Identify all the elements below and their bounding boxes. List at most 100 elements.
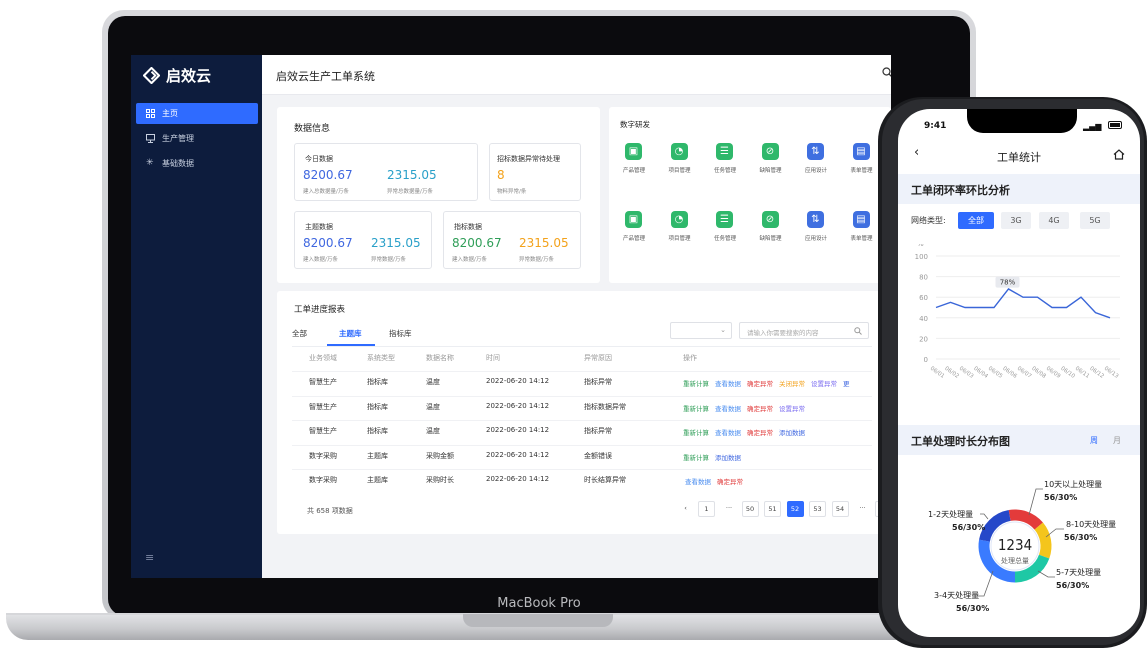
box-sub: 异常总数据量/万条 [387, 189, 433, 195]
segment-all[interactable]: 全部 [958, 212, 994, 229]
pagination-page[interactable]: 54 [831, 501, 849, 517]
table-header-cell: 数据名称 [426, 354, 454, 362]
tab-all[interactable]: 全部 [292, 328, 307, 339]
table-cell: 2022-06-20 14:12 [486, 401, 550, 410]
leader-line [1028, 488, 1043, 516]
x-tick-label: 06/08 [1030, 366, 1047, 380]
logo[interactable]: 启效云 [143, 65, 211, 86]
segment-3g[interactable]: 3G [1001, 212, 1031, 229]
bidding-data-box[interactable]: 招标数据异常待处理 8 物料异常/条 [489, 143, 581, 201]
series-line [935, 288, 1111, 319]
app-icon[interactable]: ▤ [852, 211, 870, 228]
table-cell: 指标库 [367, 402, 388, 411]
sidebar-item-base-data[interactable]: ✳ 基础数据 [136, 153, 258, 174]
toggle-month[interactable]: 月 [1113, 435, 1121, 446]
x-tick-label: 06/07 [1016, 366, 1033, 380]
row-action-link[interactable]: 确定异常 [747, 427, 773, 437]
donut-label-name: 1-2天处理量 [928, 509, 973, 519]
app-icon[interactable]: ⊘ [761, 143, 779, 160]
box-label: 招标数据异常待处理 [497, 155, 560, 163]
box-sub: 物料异常/条 [497, 189, 527, 195]
row-action-link[interactable]: 关闭异常 [779, 378, 805, 388]
segment-4g[interactable]: 4G [1039, 212, 1069, 229]
pagination-page[interactable]: 51 [764, 501, 781, 517]
app-icon[interactable]: ⇅ [807, 211, 824, 228]
row-action-link[interactable]: 确定异常 [717, 476, 743, 486]
sidebar-item-production[interactable]: 生产管理 [136, 128, 258, 149]
app-icon[interactable]: ⇅ [807, 143, 824, 160]
table-cell: 智慧生产 [309, 427, 337, 435]
pagination-page[interactable]: 1 [698, 501, 715, 517]
annotation-label: 78% [1000, 279, 1016, 287]
app-label: 项目管理 [668, 236, 691, 242]
pagination-page[interactable]: 53 [809, 501, 826, 517]
y-tick-label: 60 [919, 294, 928, 302]
tab-theme[interactable]: 主题库 [339, 328, 362, 339]
app-icon[interactable]: ◔ [670, 143, 688, 160]
donut-label-value: 56/30% [1064, 533, 1097, 542]
search-icon[interactable] [882, 67, 891, 78]
box-value: 2315.05 [371, 236, 421, 250]
donut-segment [1008, 509, 1043, 530]
phone-screen: 9:41 ▂▄▆ ‹ 工单统计 工单闭环率环比分析 网络类型: 全部 3G 4G… [898, 109, 1140, 637]
battery-icon [1108, 121, 1122, 129]
box-label: 今日数据 [305, 155, 333, 163]
toggle-week[interactable]: 周 [1090, 435, 1098, 446]
box-value: 8 [497, 168, 505, 182]
grid-icon [146, 109, 155, 118]
leader-line [978, 570, 994, 597]
home-icon[interactable] [1113, 149, 1125, 160]
row-action-link[interactable]: 设置异常 [779, 403, 805, 413]
app-icon[interactable]: ▤ [852, 143, 870, 160]
y-tick-label: 80 [919, 274, 928, 282]
x-tick-label: 06/12 [1088, 366, 1104, 380]
tab-index[interactable]: 指标库 [389, 328, 412, 339]
today-data-box[interactable]: 今日数据 8200.67 建入总数据量/万条 2315.05 异常总数据量/万条 [294, 143, 478, 201]
app-icon[interactable]: ⊘ [761, 211, 779, 228]
row-action-link[interactable]: 查看数据 [715, 427, 741, 437]
pagination-page[interactable]: 52 [786, 501, 804, 517]
box-label: 主题数据 [305, 223, 333, 231]
menu-icon[interactable]: ≡ [145, 551, 154, 564]
row-action-link[interactable]: 添加数据 [779, 427, 805, 437]
donut-label-name: 8-10天处理量 [1066, 519, 1116, 529]
x-tick-label: 06/09 [1045, 366, 1062, 380]
table-cell: 2022-06-20 14:12 [486, 450, 550, 459]
pagination-page[interactable]: 50 [741, 501, 759, 517]
row-action-link[interactable]: 更 [843, 378, 850, 388]
row-action-link[interactable]: 确定异常 [747, 378, 773, 388]
row-action-link[interactable]: 查看数据 [715, 403, 741, 413]
row-action-link[interactable]: 查看数据 [685, 476, 711, 486]
table-cell: 主题库 [367, 476, 388, 484]
device-mockup: MacBook Pro 启效云 主页 生产管理 ✳ 基础数据 ≡ 启效云生产工单… [0, 0, 1147, 648]
theme-data-box[interactable]: 主题数据 8200.67 建入数据/万条 2315.05 异常数据/万条 [294, 211, 432, 269]
macbook-label: MacBook Pro [497, 596, 581, 611]
row-action-link[interactable]: 确定异常 [747, 403, 773, 413]
app-icon[interactable]: ◔ [670, 211, 688, 228]
index-data-box[interactable]: 指标数据 8200.67 建入数据/万条 2315.05 异常数据/万条 [443, 211, 581, 269]
row-action-link[interactable]: 重新计算 [683, 427, 709, 437]
segment-5g[interactable]: 5G [1080, 212, 1110, 229]
table-cell: 温度 [426, 402, 440, 411]
box-sub: 建入总数据量/万条 [303, 189, 349, 195]
table-cell: 指标库 [367, 427, 388, 435]
row-action-link[interactable]: 重新计算 [683, 403, 709, 413]
x-tick-label: 06/06 [1001, 366, 1018, 380]
row-action-link[interactable]: 添加数据 [715, 452, 741, 462]
pagination-prev-icon[interactable]: ‹ [677, 501, 694, 517]
filter-select[interactable]: ⌄ [670, 322, 732, 339]
table-cell: 采购时长 [426, 476, 454, 484]
app-icon[interactable]: ▣ [625, 211, 642, 228]
x-tick-label: 06/04 [972, 366, 989, 380]
row-action-link[interactable]: 重新计算 [683, 378, 709, 388]
row-action-link[interactable]: 设置异常 [811, 378, 837, 388]
table-cell: 数字采购 [309, 451, 337, 460]
app-icon[interactable]: ☰ [716, 211, 733, 228]
row-action-link[interactable]: 重新计算 [683, 452, 709, 462]
row-action-link[interactable]: 查看数据 [715, 378, 741, 388]
table-cell: 智慧生产 [309, 402, 337, 411]
app-icon[interactable]: ▣ [625, 143, 642, 160]
search-input[interactable]: 请输入你需要搜索的内容 [739, 322, 869, 339]
app-icon[interactable]: ☰ [716, 143, 733, 160]
sidebar-item-home[interactable]: 主页 [136, 103, 258, 124]
